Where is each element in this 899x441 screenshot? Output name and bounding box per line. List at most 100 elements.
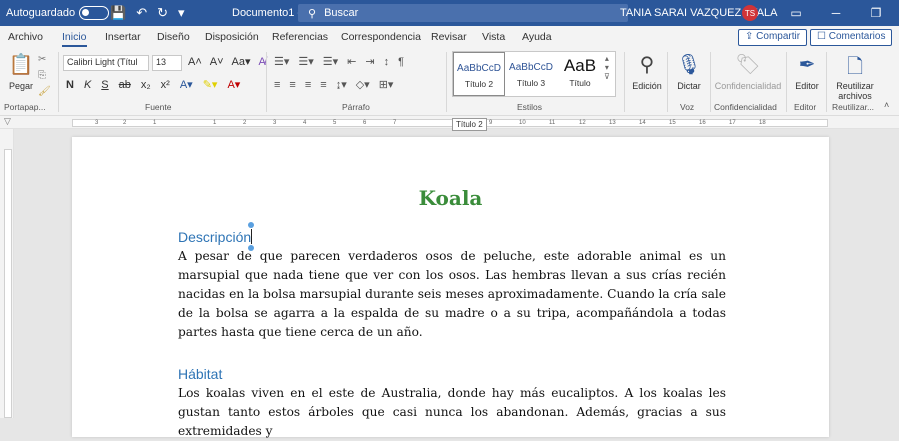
line-spacing-icon[interactable]: ↨▾ xyxy=(336,78,347,91)
styles-scroll[interactable]: ▴ ▾ ⊽ xyxy=(604,54,610,81)
format-painter-icon[interactable]: 🖌 xyxy=(38,86,51,97)
ruler-number: 12 xyxy=(579,120,586,126)
editor-button[interactable]: ✒ Editor xyxy=(790,52,824,91)
shading-icon[interactable]: ◇▾ xyxy=(356,78,370,91)
vertical-ruler-track xyxy=(4,149,12,418)
voice-group-label: Voz xyxy=(680,102,695,112)
decrease-indent-icon[interactable]: ⇤ xyxy=(347,55,356,68)
undo-icon[interactable]: ↶ xyxy=(136,5,147,21)
document-page[interactable]: Koala Descripción A pesar de que parecen… xyxy=(72,137,829,438)
align-left-icon[interactable]: ≡ xyxy=(274,79,280,91)
highlight-icon[interactable]: ✎▾ xyxy=(203,78,218,91)
editing-label: Edición xyxy=(632,81,662,91)
share-button[interactable]: ⇪ Compartir xyxy=(738,29,808,46)
tab-vista[interactable]: Vista xyxy=(482,31,505,43)
ruler-number: 13 xyxy=(609,120,616,126)
tab-diseno[interactable]: Diseño xyxy=(157,31,190,43)
multilevel-list-icon[interactable]: ☰▾ xyxy=(323,55,338,68)
bullets-icon[interactable]: ☰▾ xyxy=(274,55,289,68)
text-cursor xyxy=(248,222,255,251)
italic-icon[interactable]: K xyxy=(84,79,91,91)
font-color-icon[interactable]: A▾ xyxy=(227,78,240,91)
reuse-files-button[interactable]: 🗋 Reutilizar archivos xyxy=(830,52,880,101)
chevron-down-icon[interactable]: ▾ xyxy=(605,63,609,72)
habitat-heading[interactable]: Hábitat xyxy=(178,366,222,382)
subscript-icon[interactable]: x₂ xyxy=(141,79,151,91)
minimize-icon[interactable]: ─ xyxy=(816,6,856,20)
divider xyxy=(266,52,267,112)
editing-button[interactable]: ⚲ Edición xyxy=(630,52,664,91)
dictate-button[interactable]: 🎙 Dictar xyxy=(672,52,706,91)
ribbon-display-icon[interactable]: ▭ xyxy=(776,6,816,20)
ruler-number: 18 xyxy=(759,120,766,126)
autosave-control[interactable]: Autoguardado xyxy=(6,0,110,26)
save-icon[interactable]: 💾 xyxy=(110,5,126,21)
maximize-icon[interactable]: ❐ xyxy=(856,6,896,20)
search-placeholder: Buscar xyxy=(324,7,359,19)
divider xyxy=(624,52,625,112)
numbering-icon[interactable]: ☰▾ xyxy=(298,55,313,68)
collapse-ribbon-icon[interactable]: ˄ xyxy=(884,100,889,110)
sensitivity-label: Confidencialidad xyxy=(714,81,782,91)
ruler-number: 10 xyxy=(519,120,526,126)
customize-qat-icon[interactable]: ▾ xyxy=(178,5,185,21)
share-icon: ⇪ xyxy=(745,31,757,42)
divider xyxy=(446,52,447,112)
tab-correspondencia[interactable]: Correspondencia xyxy=(341,31,421,43)
tab-disposicion[interactable]: Disposición xyxy=(205,31,259,43)
show-marks-icon[interactable]: ¶ xyxy=(398,56,404,68)
ruler-number: 3 xyxy=(95,120,99,126)
tab-selector-icon[interactable]: ▽ xyxy=(4,116,11,127)
sensitivity-button[interactable]: 🏷 Confidencialidad xyxy=(712,52,784,91)
avatar[interactable]: TS xyxy=(742,5,758,21)
habitat-paragraph[interactable]: Los koalas viven en el este de Australia… xyxy=(178,384,726,441)
redo-icon[interactable]: ↻ xyxy=(157,5,168,21)
document-title-heading[interactable]: Koala xyxy=(72,186,829,210)
paste-button[interactable]: 📋 Pegar xyxy=(4,52,38,91)
grow-font-icon[interactable]: A˄ xyxy=(188,56,202,68)
shrink-font-icon[interactable]: A˅ xyxy=(210,56,224,68)
vertical-ruler[interactable] xyxy=(0,129,14,418)
tab-inicio[interactable]: Inicio xyxy=(62,31,87,47)
ruler-number: 11 xyxy=(549,120,556,126)
clear-formatting-icon[interactable]: A̸ xyxy=(259,56,266,68)
horizontal-ruler[interactable]: ▽ 3 2 1 1 2 3 4 5 6 7 9 10 11 12 13 14 1… xyxy=(0,116,899,129)
sort-icon[interactable]: ↕ xyxy=(384,56,390,68)
underline-icon[interactable]: S xyxy=(101,79,108,91)
ruler-number: 3 xyxy=(273,120,277,126)
autosave-toggle[interactable] xyxy=(79,6,110,20)
style-item[interactable]: AaBbCcD Título 2 xyxy=(453,52,505,96)
cut-icon[interactable]: ✂ xyxy=(38,54,46,65)
ruler-number: 2 xyxy=(123,120,127,126)
style-item[interactable]: AaB Título xyxy=(557,52,603,96)
description-heading[interactable]: Descripción xyxy=(178,222,255,251)
tab-archivo[interactable]: Archivo xyxy=(8,31,43,43)
bold-icon[interactable]: N xyxy=(66,79,74,91)
tab-ayuda[interactable]: Ayuda xyxy=(522,31,552,43)
tab-revisar[interactable]: Revisar xyxy=(431,31,467,43)
editor-group-label: Editor xyxy=(794,102,817,112)
tab-referencias[interactable]: Referencias xyxy=(272,31,328,43)
chevron-up-icon[interactable]: ▴ xyxy=(605,54,609,63)
ruler-number: 17 xyxy=(729,120,736,126)
align-right-icon[interactable]: ≡ xyxy=(305,79,311,91)
align-center-icon[interactable]: ≡ xyxy=(289,79,295,91)
font-size-select[interactable]: 13 xyxy=(152,55,182,71)
copy-icon[interactable]: ⎘ xyxy=(38,70,46,81)
tab-insertar[interactable]: Insertar xyxy=(105,31,141,43)
text-effects-icon[interactable]: A▾ xyxy=(180,78,193,91)
description-paragraph[interactable]: A pesar de que parecen verdaderos osos d… xyxy=(178,247,726,342)
justify-icon[interactable]: ≡ xyxy=(320,79,326,91)
font-format-tools: N K S ab x₂ x² A▾ ✎▾ A▾ xyxy=(66,78,240,92)
comments-button[interactable]: ☐ Comentarios xyxy=(810,29,893,46)
strikethrough-icon[interactable]: ab xyxy=(119,79,131,91)
superscript-icon[interactable]: x² xyxy=(161,79,170,91)
more-styles-icon[interactable]: ⊽ xyxy=(604,72,610,81)
search-box[interactable]: ⚲ Buscar xyxy=(298,4,628,22)
increase-indent-icon[interactable]: ⇥ xyxy=(365,55,374,68)
style-item[interactable]: AaBbCcD Título 3 xyxy=(505,52,557,96)
borders-icon[interactable]: ⊞▾ xyxy=(379,78,394,91)
font-name-select[interactable]: Calibri Light (Títul xyxy=(63,55,149,71)
description-heading-text: Descripción xyxy=(178,229,252,245)
change-case-icon[interactable]: Aa▾ xyxy=(232,55,251,68)
